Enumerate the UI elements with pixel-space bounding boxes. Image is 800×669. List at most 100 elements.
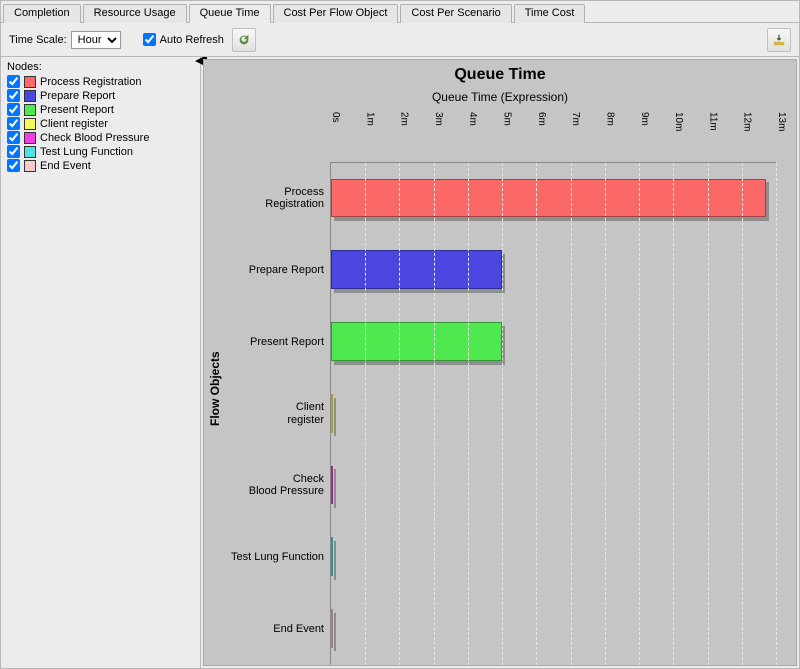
bar: [331, 466, 333, 505]
y-category-label: Test Lung Function: [226, 521, 330, 593]
chart-title: Queue Time: [204, 60, 796, 90]
node-row: End Event: [7, 159, 194, 172]
export-icon: [772, 33, 786, 47]
node-color-swatch: [24, 160, 36, 172]
node-color-swatch: [24, 132, 36, 144]
x-tick-label: 12m: [742, 112, 753, 131]
tab-resource-usage[interactable]: Resource Usage: [83, 4, 187, 23]
bar-slot: [331, 306, 776, 378]
gridline: [502, 163, 503, 665]
app-window: CompletionResource UsageQueue TimeCost P…: [0, 0, 800, 669]
x-tick-label: 2m: [399, 112, 410, 126]
x-tick-label: 1m: [364, 112, 375, 126]
toolbar: Time Scale: Hour Auto Refresh: [1, 23, 799, 57]
x-tick-label: 13m: [776, 112, 787, 131]
node-checkbox[interactable]: [7, 75, 20, 88]
node-row: Present Report: [7, 103, 194, 116]
node-color-swatch: [24, 118, 36, 130]
node-color-swatch: [24, 104, 36, 116]
time-scale-label: Time Scale:: [9, 34, 67, 46]
export-button[interactable]: [767, 28, 791, 52]
node-checkbox[interactable]: [7, 89, 20, 102]
tab-completion[interactable]: Completion: [3, 4, 81, 23]
refresh-icon: [237, 33, 251, 47]
tab-strip: CompletionResource UsageQueue TimeCost P…: [1, 1, 799, 23]
x-tick-label: 8m: [604, 112, 615, 126]
y-category-label: CheckBlood Pressure: [226, 449, 330, 521]
node-label: Process Registration: [40, 76, 142, 88]
auto-refresh-checkbox[interactable]: [143, 33, 156, 46]
x-tick-label: 6m: [536, 112, 547, 126]
y-category-label: End Event: [226, 593, 330, 665]
bar-slot: [331, 378, 776, 450]
gridline: [571, 163, 572, 665]
x-tick-label: 9m: [639, 112, 650, 126]
node-color-swatch: [24, 90, 36, 102]
node-checkbox[interactable]: [7, 145, 20, 158]
gridline: [742, 163, 743, 665]
tab-cost-per-flow-object[interactable]: Cost Per Flow Object: [273, 4, 399, 23]
node-label: End Event: [40, 160, 91, 172]
gridline: [639, 163, 640, 665]
x-tick-label: 5m: [502, 112, 513, 126]
bar-slot: [331, 235, 776, 307]
gridline: [673, 163, 674, 665]
bar-slot: [331, 522, 776, 594]
node-row: Process Registration: [7, 75, 194, 88]
nodes-sidebar: Nodes: Process Registration Prepare Repor…: [1, 57, 201, 668]
gridline: [536, 163, 537, 665]
node-row: Prepare Report: [7, 89, 194, 102]
chart-subtitle: Queue Time (Expression): [204, 90, 796, 112]
node-color-swatch: [24, 76, 36, 88]
tab-time-cost[interactable]: Time Cost: [514, 4, 586, 23]
x-tick-label: 11m: [707, 112, 718, 131]
gridline: [399, 163, 400, 665]
node-label: Test Lung Function: [40, 146, 133, 158]
node-label: Client register: [40, 118, 108, 130]
tab-queue-time[interactable]: Queue Time: [189, 4, 271, 23]
bar-slot: [331, 163, 776, 235]
gridline: [776, 163, 777, 665]
bar: [331, 394, 333, 433]
bar: [331, 179, 766, 218]
y-category-label: Present Report: [226, 306, 330, 378]
auto-refresh-label: Auto Refresh: [160, 34, 224, 46]
node-checkbox[interactable]: [7, 131, 20, 144]
bar-slot: [331, 450, 776, 522]
nodes-title: Nodes:: [7, 61, 194, 73]
node-row: Check Blood Pressure: [7, 131, 194, 144]
gridline: [605, 163, 606, 665]
y-category-label: Process Registration: [226, 162, 330, 234]
x-tick-label: 3m: [433, 112, 444, 126]
node-row: Test Lung Function: [7, 145, 194, 158]
node-checkbox[interactable]: [7, 159, 20, 172]
gridline: [708, 163, 709, 665]
refresh-button[interactable]: [232, 28, 256, 52]
bar: [331, 537, 333, 576]
time-scale-select[interactable]: Hour: [71, 31, 121, 49]
node-checkbox[interactable]: [7, 117, 20, 130]
gridline: [468, 163, 469, 665]
node-label: Present Report: [40, 104, 114, 116]
tab-cost-per-scenario[interactable]: Cost Per Scenario: [400, 4, 511, 23]
y-category-label: Clientregister: [226, 378, 330, 450]
gridline: [365, 163, 366, 665]
node-label: Check Blood Pressure: [40, 132, 149, 144]
bar: [331, 250, 502, 289]
node-color-swatch: [24, 146, 36, 158]
chart-plot: [330, 162, 776, 665]
bar: [331, 609, 333, 648]
node-checkbox[interactable]: [7, 103, 20, 116]
gridline: [434, 163, 435, 665]
content-body: Nodes: Process Registration Prepare Repor…: [1, 57, 799, 668]
node-label: Prepare Report: [40, 90, 115, 102]
bar-slot: [331, 593, 776, 665]
bar: [331, 322, 502, 361]
y-axis-label: Flow Objects: [204, 112, 226, 665]
x-tick-label: 4m: [467, 112, 478, 126]
node-row: Client register: [7, 117, 194, 130]
x-tick-label: 10m: [673, 112, 684, 131]
x-tick-label: 7m: [570, 112, 581, 126]
chart-area: Queue Time Queue Time (Expression) Flow …: [203, 59, 797, 666]
x-tick-label: 0s: [330, 112, 341, 123]
